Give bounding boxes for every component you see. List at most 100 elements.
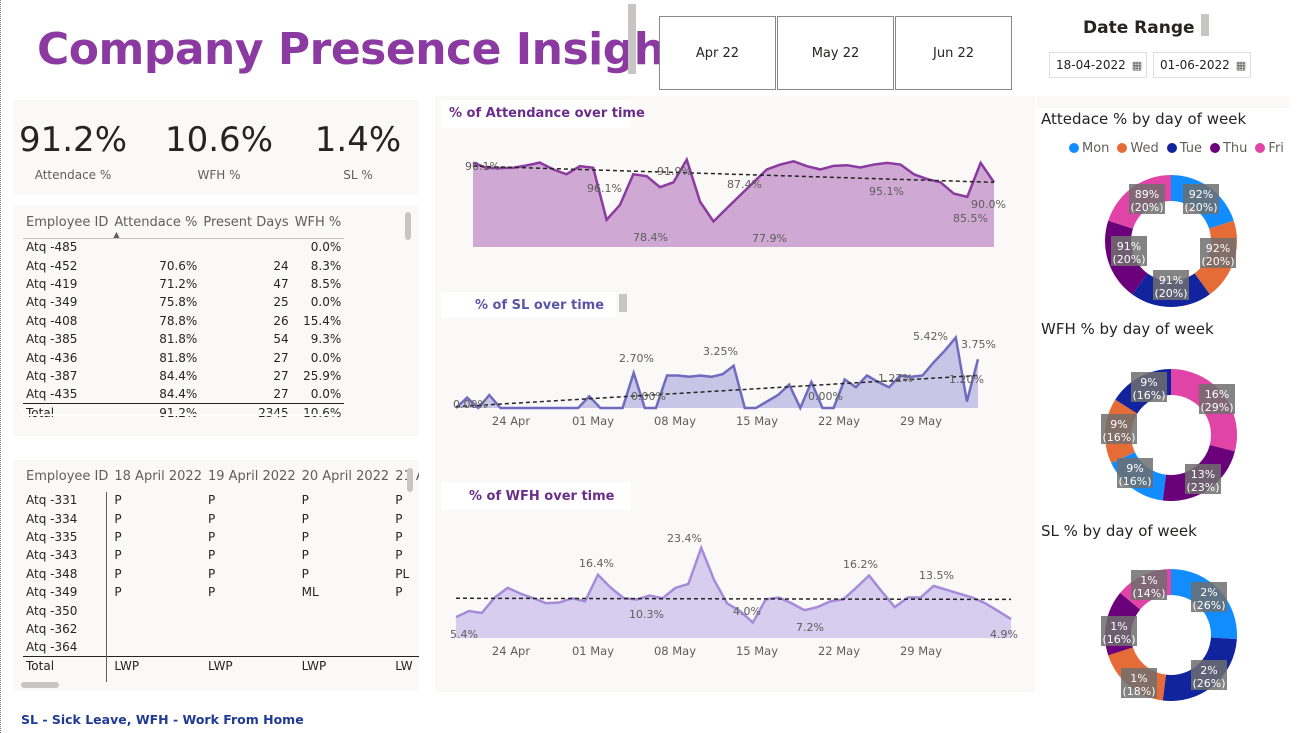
table-row[interactable]: Atq -435 84.4% 27 0.0% — [23, 385, 344, 403]
table-row[interactable]: Atq -335 P P P P — [23, 528, 419, 546]
total-row: Total 91.2% 2345 10.6% — [23, 403, 345, 422]
sl-line-chart[interactable]: 0.00% 2.70% 0.00% 3.25% 0.00% 1.22% 5.42% 3.75%… — [441, 320, 1031, 440]
column-divider — [106, 492, 107, 682]
table-cell: P — [114, 511, 122, 526]
data-label: 9% — [1126, 462, 1143, 475]
table-cell: P — [395, 529, 403, 544]
column-header[interactable]: 20 April 2022 — [299, 461, 393, 491]
attendance-chart-title: % of Attendance over time — [449, 106, 645, 121]
legend-dot — [1117, 143, 1128, 153]
legend-item-tue[interactable]: Tue — [1166, 141, 1202, 156]
table-cell: P — [114, 493, 122, 508]
kpi-wfh-label: WFH % — [197, 168, 241, 182]
table-row[interactable]: Atq -331 P P P P — [23, 491, 419, 509]
table-row[interactable]: Atq -419 71.2% 47 8.5% — [23, 275, 344, 293]
data-label: 91% — [1117, 240, 1141, 253]
horizontal-scrollbar[interactable] — [21, 682, 59, 688]
table-cell: Atq -435 — [26, 387, 78, 402]
table-cell: P — [207, 566, 216, 581]
data-label: 3.25% — [703, 345, 738, 358]
area-fill — [456, 547, 1011, 638]
total-cell: Total — [23, 656, 112, 675]
column-header[interactable]: 21 A — [392, 461, 419, 491]
table-row[interactable]: Atq -362 — [23, 620, 419, 638]
table-cell: 27 — [273, 387, 289, 402]
month-button-apr[interactable]: Apr 22 — [659, 16, 776, 90]
table-divider — [23, 414, 339, 416]
data-label: 91.9% — [657, 165, 692, 178]
table-row[interactable]: Atq -387 84.4% 27 25.9% — [23, 367, 344, 385]
month-button-may[interactable]: May 22 — [777, 16, 894, 90]
wfh-line-chart[interactable]: 5.4% 16.4% 10.3% 23.4% 4.0% 7.2% 16.2% 13.5% 4.9… — [441, 520, 1031, 670]
table-row[interactable]: Atq -334 P P P P — [23, 509, 419, 527]
table-row[interactable]: Atq -343 P P P P — [23, 546, 419, 564]
data-label: (20%) — [1112, 253, 1145, 266]
calendar-icon[interactable]: ▦ — [1132, 59, 1142, 72]
table-cell: Atq -485 — [26, 240, 78, 255]
start-date-input[interactable]: 18-04-2022 ▦ — [1049, 52, 1147, 78]
table-row[interactable]: Atq -485 0.0% — [23, 238, 344, 256]
x-tick-label: 01 May — [572, 644, 614, 658]
table-cell: 75.8% — [159, 295, 198, 310]
data-label: (16%) — [1102, 633, 1135, 646]
table-row[interactable]: Atq -349 75.8% 25 0.0% — [23, 293, 344, 311]
column-header[interactable]: Employee ID — [23, 461, 111, 491]
donut-panel-top — [1037, 96, 1289, 108]
table-row[interactable]: Atq -349 P P ML P — [23, 583, 419, 601]
table-cell: Atq -387 — [26, 368, 78, 383]
table-cell: P — [395, 493, 403, 508]
month-button-jun[interactable]: Jun 22 — [895, 16, 1012, 90]
table-cell: 70.6% — [159, 258, 198, 273]
column-header[interactable]: 19 April 2022 — [205, 461, 299, 491]
column-header-label: Attendace % — [114, 215, 198, 231]
table-cell: P — [114, 548, 122, 563]
x-tick-label: 01 May — [572, 414, 614, 428]
table-cell: P — [207, 511, 216, 526]
calendar-icon[interactable]: ▦ — [1236, 59, 1246, 72]
wfh-donut-chart[interactable]: 16%(29%)13%(23%)9%(16%)9%(16%)9%(16%) — [1091, 360, 1251, 510]
visual-handle[interactable] — [619, 294, 627, 312]
table-row[interactable]: Atq -348 P P P PL — [23, 565, 419, 583]
legend-item-thu[interactable]: Thu — [1209, 141, 1247, 156]
table-row[interactable]: Atq -385 81.8% 54 9.3% — [23, 330, 344, 348]
table-cell: 24 — [273, 258, 289, 273]
legend-item-wed[interactable]: Wed — [1117, 141, 1159, 156]
end-date-input[interactable]: 01-06-2022 ▦ — [1153, 52, 1251, 78]
column-header[interactable]: Present Days — [200, 208, 291, 238]
vertical-scrollbar[interactable] — [405, 212, 411, 240]
date-range-label: Date Range — [1083, 18, 1195, 38]
table-cell — [200, 238, 291, 256]
table-row[interactable]: Atq -452 70.6% 24 8.3% — [23, 256, 344, 274]
table-cell: 8.5% — [310, 276, 342, 291]
table-cell — [111, 620, 205, 638]
legend-dot — [1255, 143, 1266, 153]
table-cell — [205, 638, 299, 656]
legend-label: Wed — [1130, 141, 1159, 156]
column-header[interactable]: Employee ID — [23, 208, 111, 238]
total-cell: LWP — [298, 656, 393, 675]
column-header[interactable]: 18 April 2022 — [111, 461, 205, 491]
table-cell: ML — [301, 585, 319, 600]
table-cell: 15.4% — [303, 313, 342, 328]
attendance-donut-chart[interactable]: 92%(20%)92%(20%)91%(20%)91%(20%)89%(20%) — [1091, 166, 1251, 316]
legend-item-mon[interactable]: Mon — [1069, 141, 1109, 156]
vertical-scrollbar[interactable] — [407, 468, 413, 492]
table-cell: P — [301, 493, 309, 508]
x-tick-label: 22 May — [818, 414, 860, 428]
sl-donut-chart[interactable]: 2%(26%)2%(26%)1%(18%)1%(16%)1%(14%) — [1091, 560, 1251, 710]
table-cell — [392, 601, 419, 619]
table-row[interactable]: Atq -364 — [23, 638, 419, 656]
legend-item-fri[interactable]: Fri — [1255, 141, 1284, 156]
table-row[interactable]: Atq -436 81.8% 27 0.0% — [23, 348, 344, 366]
data-label: 95.1% — [869, 185, 904, 198]
table-cell: 0.0% — [310, 295, 342, 310]
slicer-handle[interactable] — [1201, 14, 1209, 36]
data-label: (16%) — [1102, 431, 1135, 444]
table-row[interactable]: Atq -350 — [23, 601, 419, 619]
attendance-line-chart[interactable]: 96.1% 96.1% 91.9% 87.4% 78.4% 77.9% 95.1% 90.0%… — [441, 130, 1031, 280]
column-header-sorted[interactable]: Attendace % ▲ — [111, 208, 200, 239]
table-row[interactable]: Atq -408 78.8% 26 15.4% — [23, 312, 344, 330]
column-header[interactable]: WFH % — [292, 208, 345, 238]
data-label: 0.00% — [808, 390, 843, 403]
x-tick-label: 29 May — [900, 644, 942, 658]
